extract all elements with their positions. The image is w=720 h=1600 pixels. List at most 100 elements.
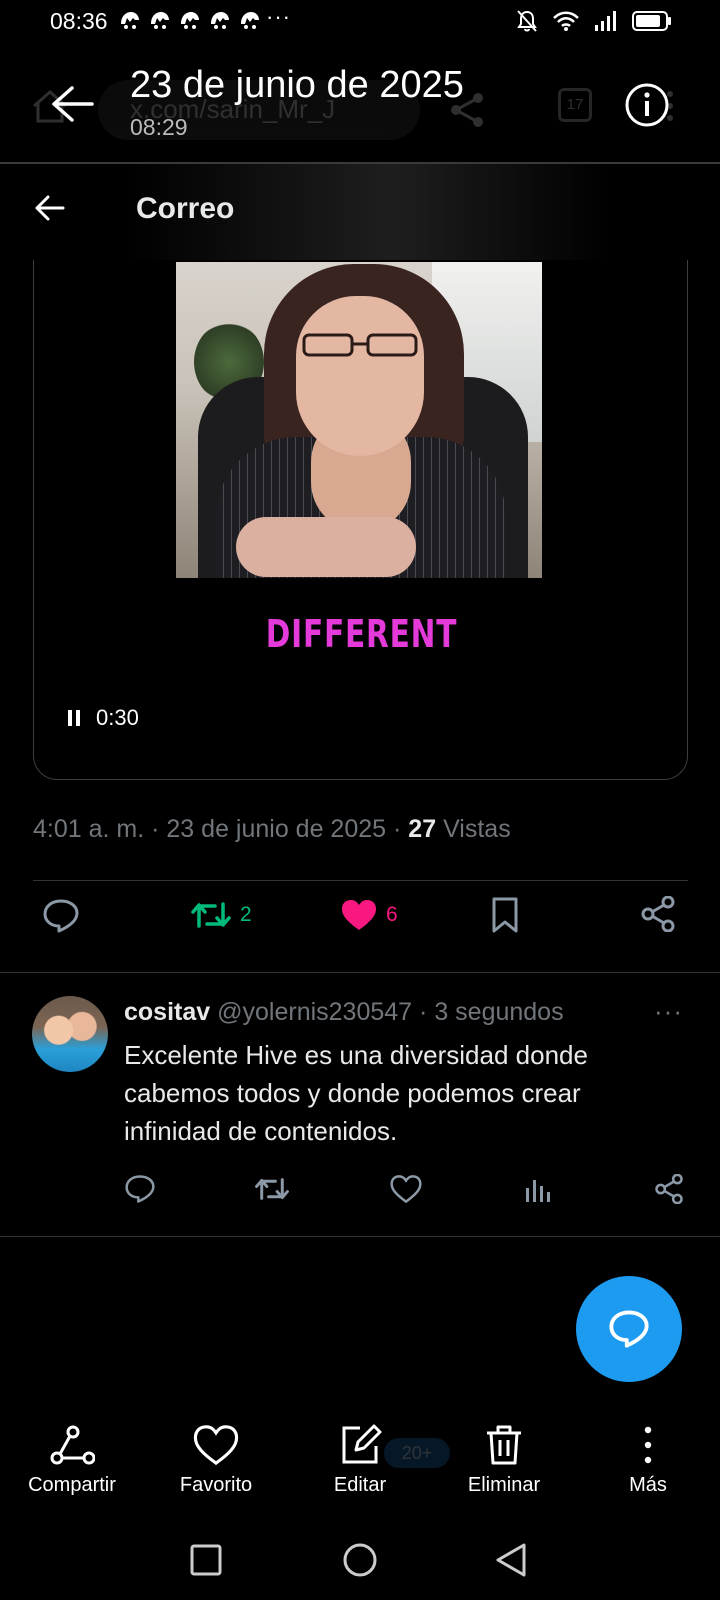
reply-author-handle[interactable]: @yolernis230547 [217,998,412,1026]
edit-tool-label: Editar [333,1474,387,1496]
reply-author-name[interactable]: cositav [124,998,210,1026]
views-label: Vistas [443,815,511,843]
reply-like-button[interactable] [390,1174,422,1204]
tweet-time: 4:01 a. m. [33,815,145,843]
reply-views-button[interactable] [524,1174,552,1204]
status-system-icons [516,9,672,33]
page-title: Correo [136,192,235,225]
video-controls: 0:30 [68,705,139,731]
reply-text: Excelente Hive es una diversidad donde c… [124,1040,588,1146]
home-button[interactable] [342,1542,378,1578]
app-notification-icon [151,12,169,29]
status-time: 08:36 [50,8,108,34]
share-icon [655,1174,683,1204]
retweet-button[interactable]: 2 [190,898,252,932]
triangle-back-icon [496,1543,526,1577]
edit-tool-button[interactable]: Editar [290,1424,430,1497]
tweet-action-bar: 2 6 [0,890,720,946]
top-app-bar: Correo [0,164,720,260]
app-notification-icon [181,12,199,29]
retweet-icon [191,902,231,928]
bookmark-button[interactable] [490,896,520,934]
system-back-button[interactable] [494,1542,528,1578]
share-tool-button[interactable]: Compartir [2,1424,142,1497]
reply-action-bar [0,1174,720,1214]
divider [0,972,720,973]
retweet-count: 2 [240,903,252,926]
back-button[interactable] [50,84,94,124]
app-notification-icon [211,12,229,29]
more-tool-label: Más [629,1474,667,1496]
compose-reply-button[interactable] [576,1276,682,1382]
more-tool-button[interactable]: Más [578,1424,718,1497]
video-card[interactable]: DIFFERENT 0:30 [33,250,688,780]
meta-separator: · [393,815,402,843]
reply-button[interactable] [42,898,80,934]
info-icon [625,83,669,127]
status-bar: 08:36 ··· [0,0,720,44]
battery-icon [632,11,671,31]
share-nodes-icon [50,1425,95,1465]
correo-back-button[interactable] [34,194,66,222]
tweet-date: 23 de junio de 2025 [166,815,387,843]
share-tool-label: Compartir [28,1474,116,1496]
like-button[interactable]: 6 [340,898,398,932]
reply-share-button[interactable] [654,1174,684,1204]
more-vertical-icon [644,1426,652,1464]
status-more-icon: ··· [266,4,291,29]
views-count: 27 [408,815,437,843]
reply-retweet-button[interactable] [254,1174,290,1204]
reply-header: cositav @yolernis230547 · 3 segundos [124,998,564,1027]
edit-icon [342,1424,382,1464]
tweet-meta: 4:01 a. m. · 23 de junio de 2025 · 27 Vi… [33,815,511,844]
comment-icon [125,1175,155,1203]
arrow-left-icon [52,86,94,122]
signal-icon [595,11,616,31]
bookmark-icon [492,897,518,933]
analytics-icon [526,1180,550,1202]
avatar[interactable] [32,996,108,1072]
gallery-header: x.com/sarin_Mr_J 17 23 de junio de 2025 … [0,44,720,164]
reply-separator: · [419,998,428,1026]
reply-more-button[interactable]: ··· [654,996,683,1027]
comment-icon [43,899,79,933]
heart-icon [193,1425,239,1466]
divider [33,880,688,881]
share-icon [641,896,675,932]
share-button[interactable] [640,896,676,932]
reply-comment-button[interactable] [124,1174,156,1204]
header-time: 08:29 [130,114,188,140]
app-notification-icon [241,12,259,29]
heart-icon [390,1175,422,1204]
delete-tool-button[interactable]: Eliminar [434,1424,574,1497]
bell-muted-icon [517,10,537,32]
background-tabs-count: 17 [558,88,592,122]
favorite-tool-button[interactable]: Favorito [146,1424,286,1497]
header-date: 23 de junio de 2025 [130,64,464,106]
video-time: 0:30 [96,705,139,730]
retweet-icon [255,1178,289,1200]
favorite-tool-label: Favorito [179,1474,253,1496]
square-icon [190,1544,222,1576]
video-player[interactable] [176,262,542,578]
circle-icon [343,1543,377,1577]
arrow-left-icon [35,195,65,221]
delete-tool-label: Eliminar [467,1474,541,1496]
trash-icon [487,1425,521,1465]
info-button[interactable] [624,82,670,128]
meta-separator: · [151,815,160,843]
reply-time: 3 segundos [434,998,564,1026]
recents-button[interactable] [190,1544,222,1576]
video-caption: DIFFERENT [265,612,458,656]
system-navigation-bar [0,1520,720,1600]
app-notification-icon [121,12,139,29]
heart-filled-icon [342,900,376,930]
divider [0,1236,720,1237]
like-count: 6 [386,903,398,926]
pause-icon[interactable] [68,710,80,726]
glasses-shape [302,333,418,357]
status-notification-icons [118,10,262,30]
gallery-toolbar: Compartir Favorito Editar Eliminar Más [0,1424,720,1504]
comment-icon [609,1310,649,1348]
wifi-icon [553,11,579,31]
